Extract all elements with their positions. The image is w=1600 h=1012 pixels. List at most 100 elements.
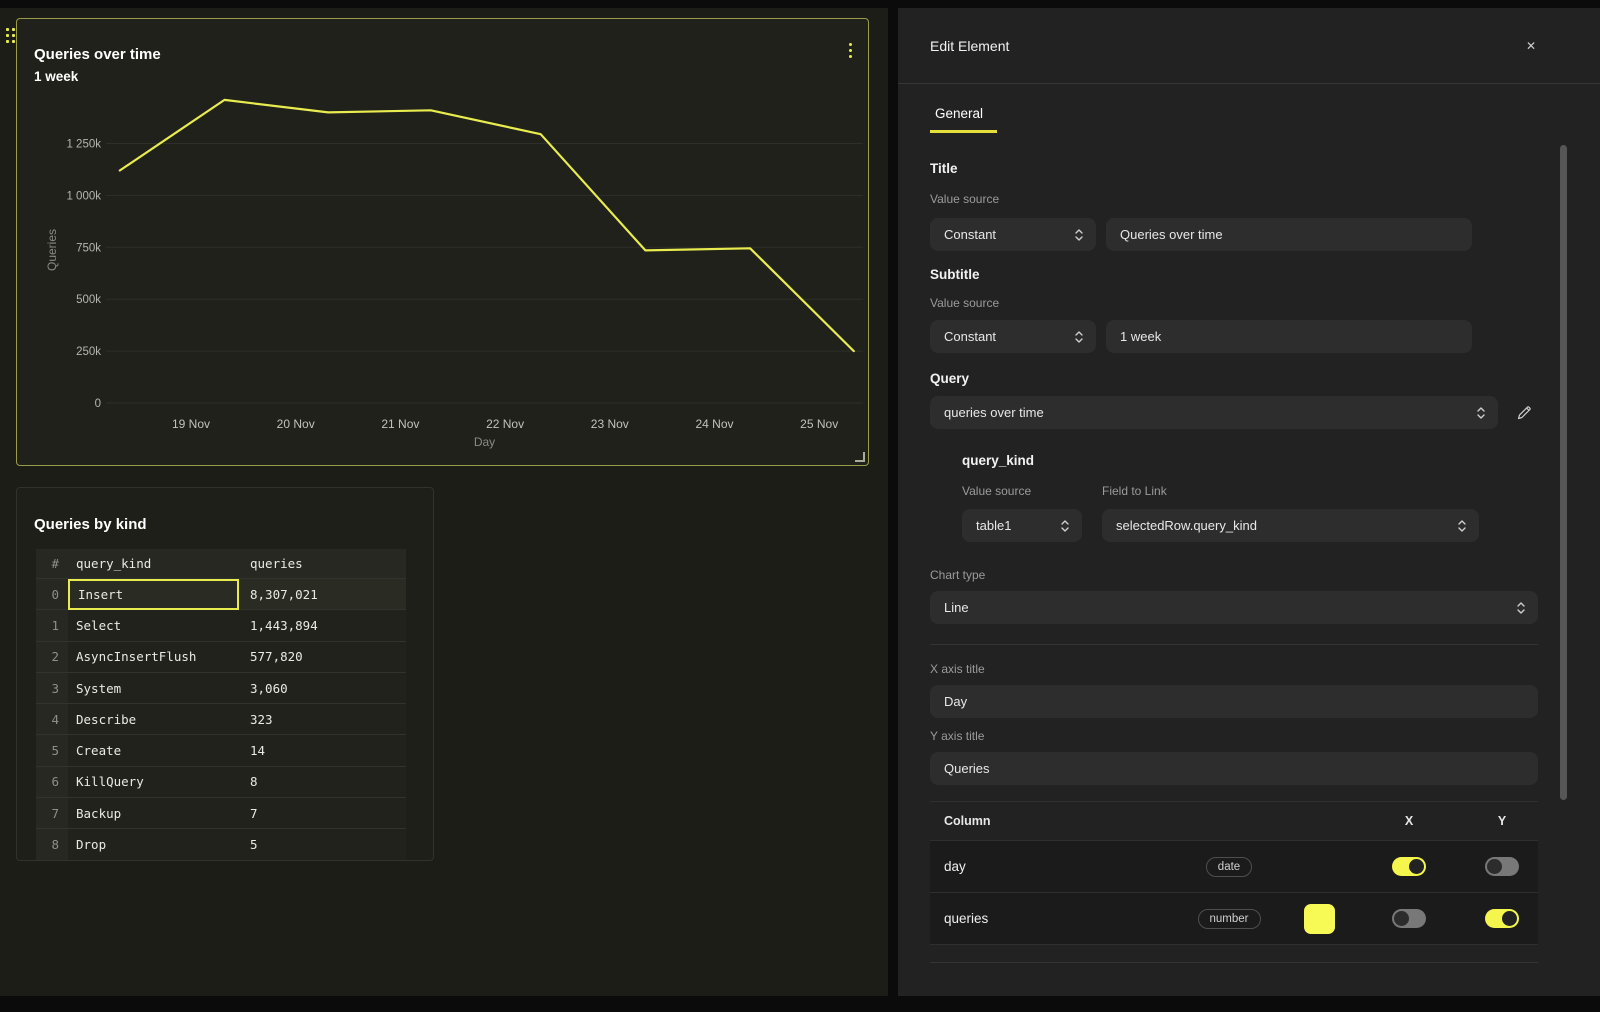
query-kind-cell[interactable]: Describe xyxy=(68,704,239,735)
chevron-updown-icon xyxy=(1074,228,1084,242)
query-kind-cell[interactable]: Create xyxy=(68,735,239,766)
query-section-label: Query xyxy=(930,371,1538,386)
section-divider xyxy=(930,644,1538,645)
colmap-row-queries: queries number xyxy=(930,893,1538,945)
row-index-cell: 1 xyxy=(36,610,68,641)
chevron-updown-icon xyxy=(1074,330,1084,344)
table-row: 3System3,060 xyxy=(36,673,406,704)
chart-type-label: Chart type xyxy=(930,568,1538,582)
x-tick-label: 19 Nov xyxy=(172,417,210,431)
chart-card[interactable]: 0250k500k750k1 000k1 250k19 Nov20 Nov21 … xyxy=(16,18,869,466)
x-axis-toggle-queries[interactable] xyxy=(1392,909,1426,928)
chevron-updown-icon xyxy=(1060,519,1070,533)
query-kind-value-source-label: Value source xyxy=(962,484,1102,498)
type-badge-date: date xyxy=(1206,857,1252,877)
title-value-source-label: Value source xyxy=(930,192,1538,206)
y-axis-title-input[interactable]: Queries xyxy=(930,752,1538,785)
table-row: 6KillQuery8 xyxy=(36,767,406,798)
y-tick-label: 1 000k xyxy=(66,190,101,202)
chevron-updown-icon xyxy=(1457,519,1467,533)
queries-value-cell[interactable]: 3,060 xyxy=(239,673,406,704)
type-badge-number: number xyxy=(1198,909,1261,929)
queries-value-cell[interactable]: 8 xyxy=(239,767,406,798)
chevron-updown-icon xyxy=(1516,601,1526,615)
y-axis-toggle-day[interactable] xyxy=(1485,857,1519,876)
y-tick-label: 500k xyxy=(76,294,101,306)
field-to-link-value: selectedRow.query_kind xyxy=(1116,518,1257,533)
x-axis-title-label: X axis title xyxy=(930,662,1538,676)
query-kind-cell[interactable]: Insert xyxy=(68,579,239,610)
queries-value-cell[interactable]: 5 xyxy=(239,829,406,860)
chart-subtitle: 1 week xyxy=(34,69,78,84)
row-index-cell: 0 xyxy=(36,579,68,610)
query-kind-label: query_kind xyxy=(962,453,1538,468)
table-row: 5Create14 xyxy=(36,735,406,766)
query-kind-source-value: table1 xyxy=(976,518,1011,533)
panel-scrollbar[interactable] xyxy=(1560,145,1567,800)
subtitle-value-source-label: Value source xyxy=(930,296,1538,310)
title-source-value: Constant xyxy=(944,227,996,242)
y-axis-title-label: Y axis title xyxy=(930,729,1538,743)
x-tick-label: 24 Nov xyxy=(695,417,733,431)
x-tick-label: 25 Nov xyxy=(800,417,838,431)
table-row: 2AsyncInsertFlush577,820 xyxy=(36,642,406,673)
x-tick-label: 22 Nov xyxy=(486,417,524,431)
x-axis-title: Day xyxy=(474,435,495,449)
title-value-input[interactable]: Queries over time xyxy=(1106,218,1472,251)
drag-handle-icon[interactable] xyxy=(6,28,15,43)
field-to-link-label: Field to Link xyxy=(1102,484,1167,498)
query-kind-cell[interactable]: System xyxy=(68,673,239,704)
x-axis-toggle-day[interactable] xyxy=(1392,857,1426,876)
query-kind-cell[interactable]: Drop xyxy=(68,829,239,860)
queries-by-kind-card: Queries by kind #query_kindqueries0Inser… xyxy=(16,487,434,861)
x-tick-label: 23 Nov xyxy=(591,417,629,431)
table-row: 8Drop5 xyxy=(36,829,406,860)
subtitle-source-select[interactable]: Constant xyxy=(930,320,1096,353)
row-index-cell: 5 xyxy=(36,735,68,766)
table-row: 1Select1,443,894 xyxy=(36,610,406,641)
query-select[interactable]: queries over time xyxy=(930,396,1498,429)
series-color-swatch[interactable] xyxy=(1304,904,1335,934)
queries-value-cell[interactable]: 577,820 xyxy=(239,642,406,673)
column-name: queries xyxy=(944,911,1184,926)
table-row: 4Describe323 xyxy=(36,704,406,735)
x-axis-title-input[interactable]: Day xyxy=(930,685,1538,718)
section-divider xyxy=(930,962,1538,963)
queries-value-cell[interactable]: 7 xyxy=(239,798,406,829)
queries-value-cell[interactable]: 323 xyxy=(239,704,406,735)
queries-value-cell[interactable]: 8,307,021 xyxy=(239,579,406,610)
subtitle-source-value: Constant xyxy=(944,329,996,344)
query-kind-source-select[interactable]: table1 xyxy=(962,509,1082,542)
close-icon[interactable]: ✕ xyxy=(1526,39,1536,53)
query-kind-cell[interactable]: Select xyxy=(68,610,239,641)
y-axis-title: Queries xyxy=(45,229,59,271)
queries-value-cell[interactable]: 14 xyxy=(239,735,406,766)
queries-value-cell[interactable]: 1,443,894 xyxy=(239,610,406,641)
edit-query-pencil-icon[interactable] xyxy=(1515,402,1537,424)
column-name: day xyxy=(944,859,1184,874)
row-index-cell: 2 xyxy=(36,642,68,673)
query-kind-cell[interactable]: AsyncInsertFlush xyxy=(68,642,239,673)
chart-type-select[interactable]: Line xyxy=(930,591,1538,624)
series-line-queries xyxy=(120,100,854,351)
colmap-header-column: Column xyxy=(944,814,1184,828)
tab-general[interactable]: General xyxy=(930,106,997,133)
title-source-select[interactable]: Constant xyxy=(930,218,1096,251)
queries-over-time-chart: 0250k500k750k1 000k1 250k19 Nov20 Nov21 … xyxy=(17,19,868,465)
colmap-row-day: day date xyxy=(930,841,1538,893)
row-index-cell: 4 xyxy=(36,704,68,735)
query-kind-cell[interactable]: KillQuery xyxy=(68,767,239,798)
chart-menu-kebab-icon[interactable] xyxy=(846,40,855,61)
subtitle-value-input[interactable]: 1 week xyxy=(1106,320,1472,353)
edit-element-panel: Edit Element ✕ General Title Value sourc… xyxy=(898,8,1600,996)
y-tick-label: 1 250k xyxy=(66,139,101,151)
resize-handle[interactable] xyxy=(855,452,865,462)
row-index-cell: 3 xyxy=(36,673,68,704)
y-axis-toggle-queries[interactable] xyxy=(1485,909,1519,928)
table-row: 0Insert8,307,021 xyxy=(36,579,406,610)
panel-header: Edit Element ✕ xyxy=(898,8,1600,84)
chevron-updown-icon xyxy=(1476,406,1486,420)
row-index-cell: 7 xyxy=(36,798,68,829)
field-to-link-select[interactable]: selectedRow.query_kind xyxy=(1102,509,1479,542)
query-kind-cell[interactable]: Backup xyxy=(68,798,239,829)
